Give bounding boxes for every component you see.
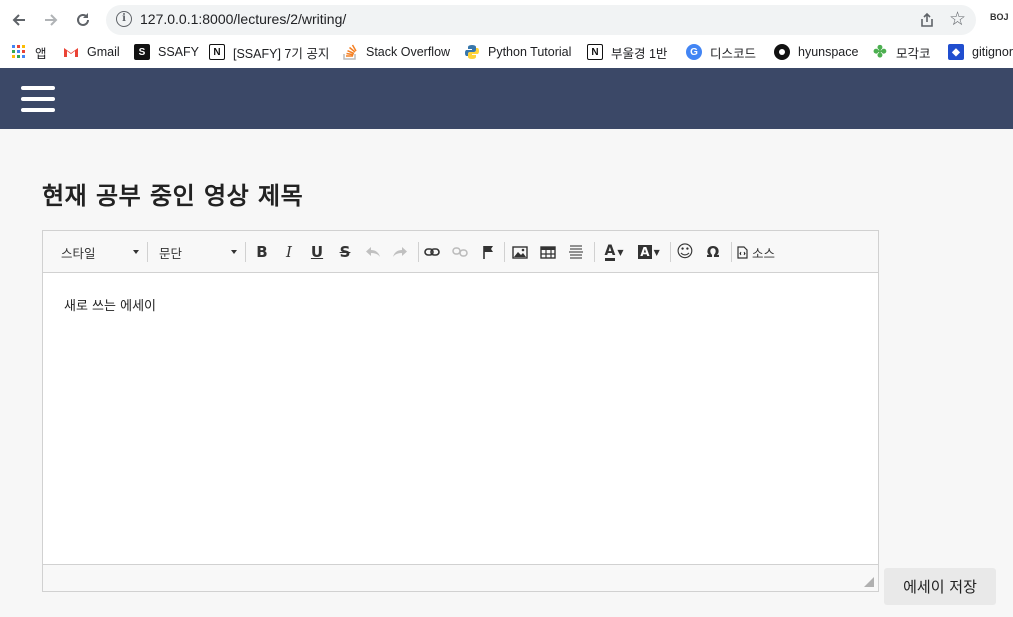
bookmark-star-icon[interactable]: ☆ — [949, 8, 966, 30]
bookmark-apps[interactable]: 앱 — [11, 40, 47, 64]
special-character-omega-icon[interactable]: Ω — [701, 240, 725, 264]
source-code-icon — [737, 245, 748, 259]
notion-icon: N — [587, 44, 603, 60]
discord-icon: G — [686, 44, 702, 60]
editor-content-area[interactable]: 새로 쓰는 에세이 — [43, 273, 878, 565]
emoji-smiley-icon[interactable]: ☺ — [673, 240, 697, 264]
text-color-icon[interactable]: A ▼ — [599, 240, 629, 264]
browser-chrome: i 127.0.0.1:8000/lectures/2/writing/ ☆ B… — [0, 0, 1013, 68]
unlink-icon[interactable] — [448, 240, 472, 264]
image-icon[interactable] — [508, 240, 532, 264]
bookmark-label: Python Tutorial — [488, 45, 572, 59]
editor-text: 새로 쓰는 에세이 — [64, 299, 156, 314]
ssafy-icon: S — [134, 44, 150, 60]
bookmark-label: 부울경 1반 — [611, 46, 668, 61]
link-icon[interactable] — [420, 240, 444, 264]
bookmark-bugyeonggyeong[interactable]: N 부울경 1반 — [587, 40, 667, 64]
apps-grid-icon — [11, 44, 27, 60]
chevron-down-icon — [133, 250, 139, 254]
format-dropdown-label: 문단 — [159, 245, 183, 261]
boj-extension-icon[interactable]: BOJ — [990, 12, 1009, 22]
editor-toolbar: 스타일 문단 B I U S A ▼ A ▼ ☺ Ω 소스 — [43, 231, 878, 273]
github-icon — [774, 44, 790, 60]
page-title: 현재 공부 중인 영상 제목 — [42, 182, 304, 210]
bookmark-label: 모각코 — [896, 46, 931, 61]
redo-icon[interactable] — [388, 240, 412, 264]
bookmark-ssafy-notice[interactable]: N [SSAFY] 7기 공지 — [209, 40, 329, 64]
background-color-icon[interactable]: A ▼ — [634, 240, 664, 264]
source-button-label: 소스 — [752, 245, 776, 261]
bookmark-label: 앱 — [35, 46, 47, 61]
bookmark-hyunspace[interactable]: hyunspace — [774, 40, 858, 64]
bookmark-label: 디스코드 — [710, 46, 757, 61]
bookmark-stackoverflow[interactable]: Stack Overflow — [342, 40, 450, 64]
clover-icon: ✤ — [873, 44, 887, 61]
italic-icon[interactable]: I — [277, 240, 301, 264]
toolbar-separator — [418, 242, 419, 262]
chevron-down-icon — [231, 250, 237, 254]
reload-icon[interactable] — [70, 7, 96, 33]
address-bar[interactable]: i 127.0.0.1:8000/lectures/2/writing/ ☆ — [106, 5, 976, 35]
bookmark-discord[interactable]: G 디스코드 — [686, 40, 756, 64]
rich-text-editor: 스타일 문단 B I U S A ▼ A ▼ ☺ Ω 소스 새로 쓰는 에세이 — [42, 230, 879, 592]
horizontal-rule-icon[interactable] — [564, 240, 588, 264]
bookmark-ssafy[interactable]: S SSAFY — [134, 40, 199, 64]
save-essay-button[interactable]: 에세이 저장 — [884, 568, 996, 605]
toolbar-separator — [670, 242, 671, 262]
resize-handle-icon[interactable] — [864, 577, 874, 587]
bookmark-label: SSAFY — [158, 45, 199, 59]
share-icon[interactable] — [918, 11, 936, 29]
bookmark-gmail[interactable]: Gmail — [63, 40, 120, 64]
bookmark-label: gitignore — [972, 45, 1013, 59]
bookmark-label: Gmail — [87, 45, 120, 59]
strikethrough-icon[interactable]: S — [333, 240, 357, 264]
toolbar-separator — [731, 242, 732, 262]
undo-icon[interactable] — [361, 240, 385, 264]
toolbar-separator — [245, 242, 246, 262]
back-icon[interactable] — [6, 7, 32, 33]
notion-icon: N — [209, 44, 225, 60]
bookmark-mogakko[interactable]: ✤ 모각코 — [872, 40, 931, 64]
gitignore-icon: ◆ — [948, 44, 964, 60]
site-info-icon[interactable]: i — [116, 11, 132, 27]
format-dropdown[interactable]: 문단 — [159, 241, 237, 263]
python-icon — [464, 44, 480, 60]
bookmark-label: Stack Overflow — [366, 45, 451, 59]
underline-icon[interactable]: U — [305, 240, 329, 264]
style-dropdown-label: 스타일 — [61, 245, 96, 261]
bookmark-label: [SSAFY] 7기 공지 — [233, 46, 330, 61]
table-icon[interactable] — [536, 240, 560, 264]
bookmark-gitignore[interactable]: ◆ gitignore — [948, 40, 1013, 64]
hamburger-menu-icon[interactable] — [21, 86, 55, 112]
editor-status-bar — [43, 564, 878, 591]
stackoverflow-icon — [342, 44, 358, 60]
style-dropdown[interactable]: 스타일 — [61, 241, 139, 263]
anchor-flag-icon[interactable] — [476, 240, 500, 264]
toolbar-separator — [504, 242, 505, 262]
bookmark-python-tutorial[interactable]: Python Tutorial — [464, 40, 571, 64]
bookmarks-bar: 앱 Gmail S SSAFY N [SSAFY] 7기 공지 Stack Ov… — [0, 40, 1013, 64]
url-text: 127.0.0.1:8000/lectures/2/writing/ — [140, 11, 347, 27]
forward-icon[interactable] — [38, 7, 64, 33]
bold-icon[interactable]: B — [250, 240, 274, 264]
toolbar-separator — [147, 242, 148, 262]
gmail-icon — [63, 44, 79, 60]
source-button[interactable]: 소스 — [737, 240, 783, 264]
toolbar-separator — [594, 242, 595, 262]
bookmark-label: hyunspace — [798, 45, 859, 59]
app-header — [0, 68, 1013, 129]
